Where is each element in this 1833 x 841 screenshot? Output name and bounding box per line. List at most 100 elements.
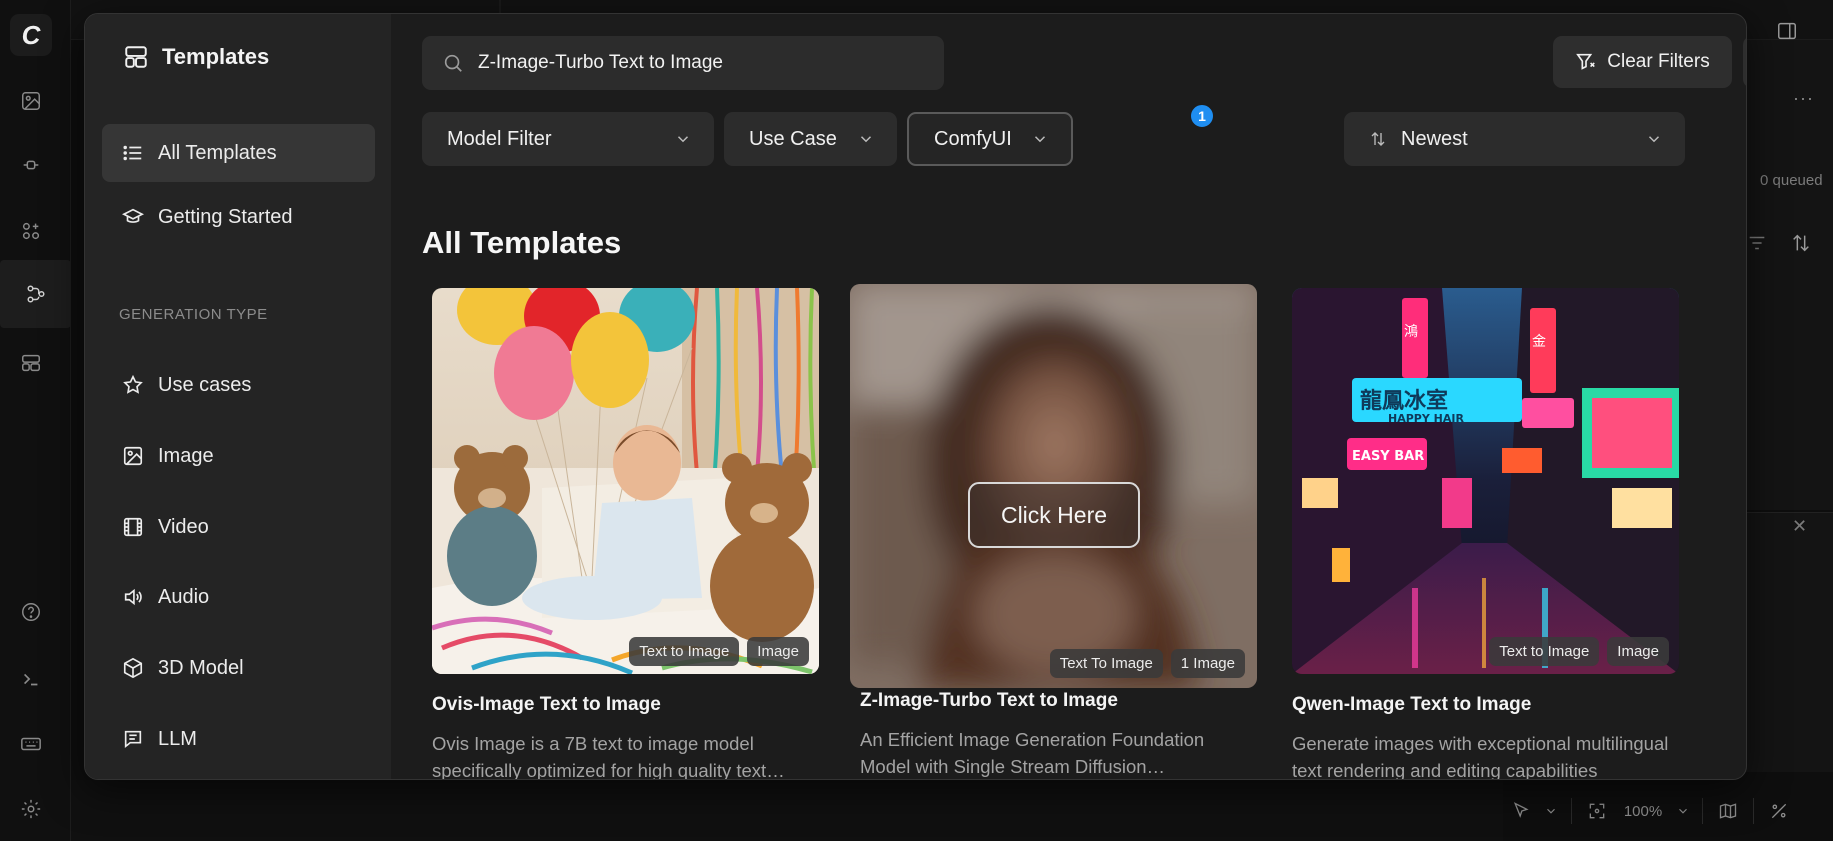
queue-sort-icon[interactable] [1790,232,1812,259]
sidebar-item-label: Video [158,515,209,538]
search-input[interactable] [478,52,918,74]
keyboard-icon[interactable] [14,727,48,761]
click-here-button[interactable]: Click Here [968,482,1140,548]
sidebar-item-label: Use cases [158,373,252,396]
toolbar-divider [1753,798,1754,824]
search-box[interactable] [422,36,944,90]
tag: Text To Image [1049,649,1163,678]
canvas-toolbar: 100% [1503,790,1833,832]
sidebar-item-getting-started[interactable]: Getting Started [102,188,375,246]
list-icon [123,145,142,161]
terminal-icon[interactable] [14,662,48,696]
chevron-down-icon [1648,136,1660,143]
sidebar-toggle-icon[interactable] [1776,20,1798,47]
sidebar-item-label: Audio [158,585,210,608]
graduation-cap-icon [122,208,144,223]
lower-panel [1746,512,1833,772]
template-thumbnail[interactable]: Text to Image Image [432,288,819,674]
chevron-down-icon [677,136,689,143]
sidebar-item-label: All Templates [158,141,277,164]
sort-label: Newest [1401,127,1468,150]
sidebar-item-image[interactable]: Image [102,427,375,485]
settings-gear-icon[interactable] [14,792,48,826]
sidebar-title: Templates [123,44,269,70]
chevron-down-icon [1034,136,1046,143]
queue-panel [1745,40,1833,510]
chat-text-icon [124,730,142,749]
minimap-icon[interactable] [1711,790,1745,832]
comfyui-dropdown[interactable]: ComfyUI [907,112,1073,166]
filter-clear-icon [1576,53,1596,70]
canvas-bottom-area [71,780,1503,841]
sidebar-item-3d-model[interactable]: 3D Model [102,639,375,697]
link-visibility-icon[interactable] [1762,790,1796,832]
template-card-z-image-turbo[interactable]: Click Here Text To Image 1 Image Z-Image… [850,284,1257,779]
neon-sign-text: 鴻 [1404,324,1418,340]
queued-count: 0 queued [1760,172,1823,189]
chevron-down-icon [860,136,872,143]
tag-list: Text To Image 1 Image [1049,649,1245,678]
star-icon [123,374,143,394]
template-thumbnail[interactable]: 鴻 金 龍鳳冰室 HAPPY HAIR EASY BAR Text to Ima… [1292,288,1679,674]
sort-icon [1371,132,1385,146]
comfyui-label: ComfyUI [934,127,1012,150]
templates-main: Clear Filters Model Filter Use Case Comf… [391,14,1746,780]
more-options-icon[interactable]: ··· [1793,88,1814,109]
template-thumbnail[interactable]: Click Here Text To Image 1 Image [850,284,1257,688]
sidebar-item-use-cases[interactable]: Use cases [102,356,375,414]
queue-icon[interactable] [14,84,48,118]
queue-filter-icon[interactable] [1746,232,1768,259]
search-icon [444,54,462,72]
use-case-dropdown[interactable]: Use Case [724,112,897,166]
sidebar-item-llm[interactable]: LLM [102,710,375,768]
model-filter-dropdown[interactable]: Model Filter [422,112,714,166]
clear-filters-button[interactable]: Clear Filters [1553,36,1732,88]
templates-icon [125,46,147,68]
template-description: Ovis Image is a 7B text to image model s… [432,733,767,780]
close-modal-button[interactable] [1743,36,1746,88]
template-card-qwen[interactable]: 鴻 金 龍鳳冰室 HAPPY HAIR EASY BAR Text to Ima… [1292,288,1679,780]
sort-dropdown[interactable]: Newest [1344,112,1685,166]
pointer-tool-icon[interactable] [1503,790,1539,832]
zoom-chevron-down-icon[interactable] [1672,790,1694,832]
toolbar-divider [1571,798,1572,824]
sidebar-item-all-templates[interactable]: All Templates [102,124,375,182]
panel-close-icon[interactable]: ✕ [1792,516,1807,537]
neon-sign-text: HAPPY HAIR [1388,412,1464,425]
chevron-down-icon[interactable] [1539,790,1563,832]
template-description: An Efficient Image Generation Foundation… [860,729,1205,777]
template-title: Ovis-Image Text to Image [432,694,661,715]
sidebar-item-video[interactable]: Video [102,498,375,556]
comfy-logo-icon[interactable]: C [10,14,52,56]
sidebar-item-label: LLM [158,727,197,750]
speaker-icon [124,588,142,606]
image-icon [123,446,143,466]
tag: 1 Image [1170,649,1245,678]
tag: Image [747,637,809,666]
app-left-rail: C [0,0,71,841]
sidebar-item-label: Image [158,444,214,467]
workflows-icon[interactable] [0,260,71,328]
comfyui-filter-count-badge: 1 [1189,103,1215,129]
tag-list: Text to Image Image [1489,637,1669,666]
template-description: Generate images with exceptional multili… [1292,733,1669,780]
neon-sign-text: 金 [1532,334,1546,350]
template-card-ovis[interactable]: Text to Image Image Ovis-Image Text to I… [432,288,819,780]
model-library-icon[interactable] [14,214,48,248]
clear-filters-label: Clear Filters [1607,51,1710,72]
help-icon[interactable] [14,595,48,629]
kid-teddy-balloons-image [432,288,819,674]
generation-type-heading: GENERATION TYPE [119,306,268,323]
node-library-icon[interactable] [14,148,48,182]
neon-sign-text: EASY BAR [1352,449,1424,464]
model-filter-label: Model Filter [447,127,552,150]
sidebar-item-audio[interactable]: Audio [102,568,375,626]
template-title: Qwen-Image Text to Image [1292,694,1532,715]
fit-view-icon[interactable] [1580,790,1614,832]
sidebar-item-label: Getting Started [158,205,293,228]
templates-icon[interactable] [14,346,48,380]
zoom-level[interactable]: 100% [1614,790,1672,832]
section-heading: All Templates [422,225,622,260]
toolbar-divider [1702,798,1703,824]
templates-modal: Templates All Templates Getting Started … [84,13,1747,780]
